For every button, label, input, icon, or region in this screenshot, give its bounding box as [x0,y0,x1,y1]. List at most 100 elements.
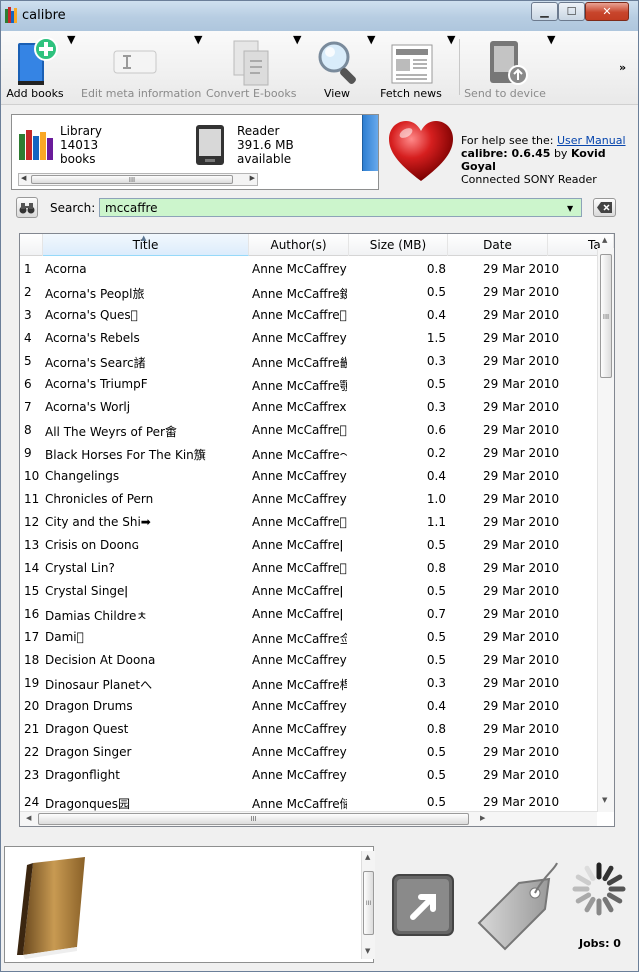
row-number: 24 [24,795,40,809]
header-date[interactable]: Date [448,234,548,256]
book-title: Dragonflight [45,768,120,782]
header-authors[interactable]: Author(s) [249,234,349,256]
edit-meta-button[interactable]: Edit meta information [81,33,201,103]
table-row[interactable]: 23 Dragonflight Anne McCaffrey 0.5 29 Mar 20… [20,763,597,786]
table-row[interactable]: 12 City and the Shi➡ Anne McCaffre  1.1 29 M… [20,510,597,533]
table-row[interactable]: 2 Acorna's Peopl旅 Anne McCaffre鏡 0.5 29 Mar … [20,280,597,303]
minimize-button[interactable]: ▁ [531,2,558,21]
send-to-device-dropdown-arrow[interactable]: ▼ [547,33,555,103]
reader-status: available [237,152,292,166]
scroll-down-arrow[interactable]: ▼ [365,947,370,955]
book-list-table: Title Author(s) Size (MB) Date Ta ▲ 1 Aco… [19,233,615,827]
user-manual-link[interactable]: User Manual [557,134,626,147]
help-info: For help see the: User Manual calibre: 0… [461,134,638,186]
table-horizontal-scrollbar[interactable]: ◀ III ▶ [20,811,597,826]
donate-heart-icon[interactable] [387,119,455,187]
cover-scroll-thumb[interactable]: III [363,871,374,935]
table-row[interactable]: 5 Acorna's Searc諸 Anne McCaffre畿 0.3 29 Mar … [20,349,597,372]
convert-label: Convert E-books [206,87,297,100]
edit-meta-dropdown-arrow[interactable]: ▼ [194,33,202,103]
view-dropdown-arrow[interactable]: ▼ [367,33,375,103]
table-row[interactable]: 22 Dragon Singer Anne McCaffrey 0.5 29 Mar 2… [20,740,597,763]
book-author: Anne McCaffrey [252,699,347,713]
scroll-left-arrow[interactable]: ◀ [26,814,31,822]
selected-location-highlight[interactable] [362,115,378,171]
table-vertical-scrollbar[interactable]: ▲ III ▼ [597,236,614,812]
book-size: 0.8 [426,561,446,575]
scroll-right-arrow[interactable]: ▶ [480,814,485,822]
toolbar-overflow-button[interactable]: » [619,61,626,74]
book-author: Anne McCaffre〜 [252,448,347,462]
convert-dropdown-arrow[interactable]: ▼ [293,33,301,103]
clear-icon [597,202,612,213]
book-author: Anne McCaffre储 [252,797,347,811]
vertical-scroll-thumb[interactable]: III [600,254,612,378]
title-bar[interactable]: calibre ▁ ☐ ✕ [1,1,638,31]
fetch-news-dropdown-arrow[interactable]: ▼ [447,33,455,103]
book-cover-icon [17,857,85,959]
convert-button[interactable]: Convert E-books [206,33,296,103]
table-row[interactable]: 20 Dragon Drums Anne McCaffrey 0.4 29 Mar 20… [20,694,597,717]
maximize-button[interactable]: ☐ [558,2,585,21]
table-row[interactable]: 15 Crystal Singeǀ Anne McCaffreǀ 0.5 29 Mar … [20,579,597,602]
close-button[interactable]: ✕ [585,2,629,21]
scroll-up-arrow[interactable]: ▲ [365,853,370,861]
header-row-number [20,234,43,256]
table-row[interactable]: 21 Dragon Quest Anne McCaffrey 0.8 29 Mar 20… [20,717,597,740]
table-row[interactable]: 3 Acorna's Ques  Anne McCaffre  0.4 29 Mar 2… [20,303,597,326]
open-book-button[interactable] [391,873,455,937]
table-row[interactable]: 13 Crisis on Doonɢ Anne McCaffreǀ 0.5 29 Mar… [20,533,597,556]
table-row[interactable]: 4 Acorna's Rebels Anne McCaffrey 1.5 29 Mar … [20,326,597,349]
table-row[interactable]: 6 Acorna's TriumpF Anne McCaffre顎 0.5 29 Mar… [20,372,597,395]
send-to-device-button[interactable]: Send to device [463,33,547,103]
cover-vertical-scrollbar[interactable]: ▲ III ▼ [361,851,375,959]
table-row[interactable]: 7 Acorna's Worlj Anne McCaffrex 0.3 29 Mar 2… [20,395,597,418]
row-number: 8 [24,423,32,437]
window-title: calibre [22,8,66,23]
horizontal-scroll-thumb[interactable]: III [38,813,469,825]
book-size: 0.8 [426,262,446,276]
add-books-dropdown-arrow[interactable]: ▼ [67,33,75,103]
book-date: 29 Mar 2010 [483,768,560,782]
table-row[interactable]: 11 Chronicles of Pern Anne McCaffrey 1.0 29 … [20,487,597,510]
book-size: 0.5 [426,584,446,598]
scroll-up-arrow[interactable]: ▲ [602,236,607,244]
table-row[interactable]: 19 Dinosaur Planetへ Anne McCaffre桿 0.3 29 Ma… [20,671,597,694]
book-title: Dragon Singer [45,745,132,759]
tag-browser-button[interactable] [471,859,561,955]
table-row[interactable]: 18 Decision At Doona Anne McCaffrey 0.5 29 M… [20,648,597,671]
table-row[interactable]: 8 All The Weyrs of Per畬 Anne McCaffre  0.6 2… [20,418,597,441]
search-input[interactable] [99,198,582,217]
view-button[interactable]: View [308,33,366,103]
advanced-search-button[interactable] [16,197,38,218]
scroll-down-arrow[interactable]: ▼ [602,796,607,804]
scroll-left-arrow[interactable]: ◀ [21,174,26,182]
table-row[interactable]: 17 Dami  Anne McCaffre佥 0.5 29 Mar 2010 [20,625,597,648]
location-horizontal-scrollbar[interactable]: ◀ III ▶ [18,173,258,186]
header-size[interactable]: Size (MB) [349,234,448,256]
scroll-thumb[interactable]: III [31,175,233,184]
book-author: Anne McCaffrey [252,469,347,483]
book-title: Damias Childreㅊ [45,609,148,623]
book-author: Anne McCaffre畿 [252,356,347,370]
scroll-right-arrow[interactable]: ▶ [250,174,255,182]
book-author: Anne McCaffre佥 [252,632,347,646]
table-row[interactable]: 1 Acorna Anne McCaffrey 0.8 29 Mar 2010 [20,257,597,280]
add-books-button[interactable]: Add books [5,33,65,103]
table-row[interactable]: 10 Changelings Anne McCaffrey 0.4 29 Mar 201… [20,464,597,487]
book-title: Acorna's Peopl旅 [45,287,145,301]
book-date: 29 Mar 2010 [483,262,560,276]
book-date: 29 Mar 2010 [483,561,560,575]
book-date: 29 Mar 2010 [483,308,560,322]
newspaper-icon [391,44,433,84]
book-author: Anne McCaffre桿 [252,678,347,692]
clear-search-button[interactable] [593,198,616,217]
book-title: Chronicles of Pern [45,492,154,506]
fetch-news-button[interactable]: Fetch news [379,33,443,103]
book-author: Anne McCaffre鏡 [252,287,347,301]
table-row[interactable]: 16 Damias Childreㅊ Anne McCaffreǀ 0.7 29 Mar… [20,602,597,625]
table-row[interactable]: 24 Dragonques园 Anne McCaffre储 0.5 29 Mar 201… [20,790,597,813]
binoculars-icon [19,202,35,213]
table-row[interactable]: 14 Crystal Lin? Anne McCaffre  0.8 29 Mar 20… [20,556,597,579]
table-row[interactable]: 9 Black Horses For The Kin籏 Anne McCaffre〜… [20,441,597,464]
